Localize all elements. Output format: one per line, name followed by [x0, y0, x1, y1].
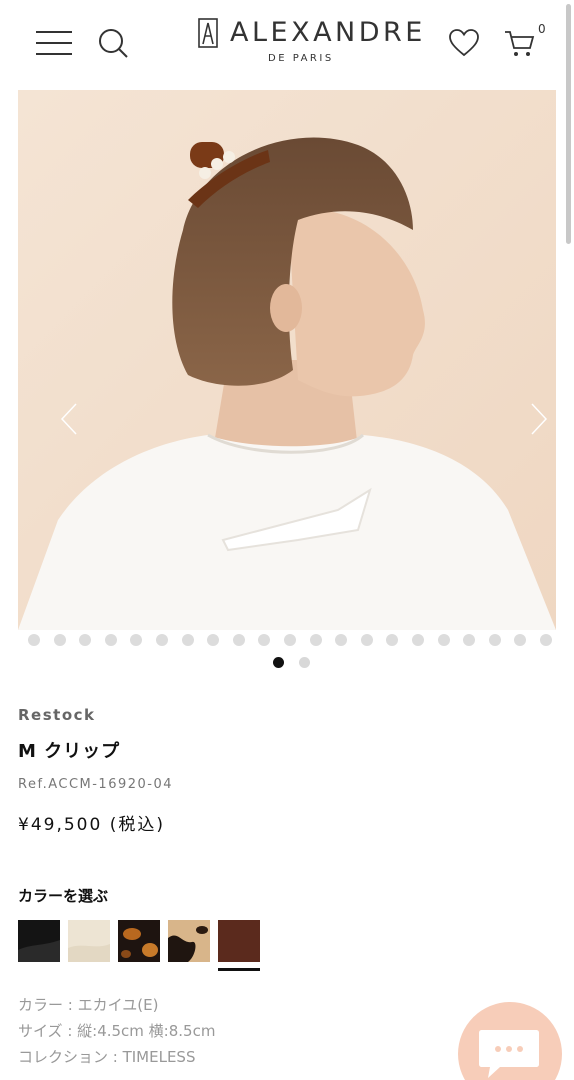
pagination-dot[interactable] [299, 657, 310, 668]
color-selector-heading: カラーを選ぶ [18, 887, 109, 905]
carousel-next-icon[interactable] [526, 402, 550, 436]
thumbnail-dot[interactable] [411, 634, 424, 646]
thumbnail-dot[interactable] [130, 634, 143, 646]
logo-text: ALEXANDRE [230, 17, 426, 48]
spec-size: サイズ : 縦:4.5cm 横:8.5cm [18, 1022, 216, 1040]
color-swatch-list [18, 920, 278, 974]
thumbnail-dots [28, 634, 552, 648]
thumbnail-dot[interactable] [181, 634, 194, 646]
thumbnail-dot[interactable] [283, 634, 296, 646]
cart-icon[interactable] [504, 28, 536, 58]
swatch-dark-tortoise[interactable] [118, 920, 160, 962]
product-reference: Ref.ACCM-16920-04 [18, 777, 174, 792]
cart-count-badge: 0 [538, 22, 546, 36]
product-title: M クリップ [18, 741, 121, 762]
thumbnail-dot[interactable] [309, 634, 322, 646]
swatch-ivory[interactable] [68, 920, 110, 962]
thumbnail-dot[interactable] [514, 634, 527, 646]
product-price: ¥49,500 (税込) [18, 815, 165, 835]
chat-button[interactable] [458, 1002, 562, 1080]
logo-mark-icon [198, 18, 218, 48]
thumbnail-dot[interactable] [53, 634, 66, 646]
product-specs: カラー : エカイユ(E) サイズ : 縦:4.5cm 横:8.5cm コレクシ… [18, 992, 215, 1070]
logo-subtext: DE PARIS [268, 53, 334, 64]
search-icon[interactable] [98, 28, 130, 60]
thumbnail-dot[interactable] [463, 634, 476, 646]
product-image-carousel[interactable] [18, 90, 556, 630]
swatch-light-tortoise[interactable] [168, 920, 210, 962]
carousel-prev-icon[interactable] [58, 402, 82, 436]
chat-icon [479, 1030, 539, 1078]
scrollbar-thumb[interactable] [566, 4, 571, 244]
product-photo [18, 90, 556, 630]
page-scrollbar [566, 0, 572, 1080]
spec-color: カラー : エカイユ(E) [18, 996, 159, 1014]
thumbnail-dot[interactable] [155, 634, 168, 646]
thumbnail-dot[interactable] [207, 634, 220, 646]
brand-logo[interactable]: ALEXANDRE DE PARIS [198, 16, 422, 68]
thumbnail-dot[interactable] [104, 634, 117, 646]
menu-icon[interactable] [36, 30, 72, 56]
selected-swatch-indicator [218, 968, 260, 971]
pagination-dot-active[interactable] [273, 657, 284, 668]
thumbnail-dot[interactable] [28, 634, 40, 646]
thumbnail-dot[interactable] [258, 634, 271, 646]
thumbnail-dot[interactable] [386, 634, 399, 646]
spec-collection: コレクション : TIMELESS [18, 1048, 196, 1066]
thumbnail-dot[interactable] [539, 634, 552, 646]
thumbnail-dot[interactable] [335, 634, 348, 646]
swatch-brown[interactable] [218, 920, 260, 962]
swatch-black[interactable] [18, 920, 60, 962]
thumbnail-dot[interactable] [437, 634, 450, 646]
heart-icon[interactable] [448, 28, 480, 58]
thumbnail-dot[interactable] [488, 634, 501, 646]
carousel-pagination [273, 657, 313, 669]
thumbnail-dot[interactable] [79, 634, 92, 646]
thumbnail-dot[interactable] [360, 634, 373, 646]
header: ALEXANDRE DE PARIS 0 [0, 0, 574, 88]
thumbnail-dot[interactable] [232, 634, 245, 646]
restock-badge: Restock [18, 706, 96, 724]
